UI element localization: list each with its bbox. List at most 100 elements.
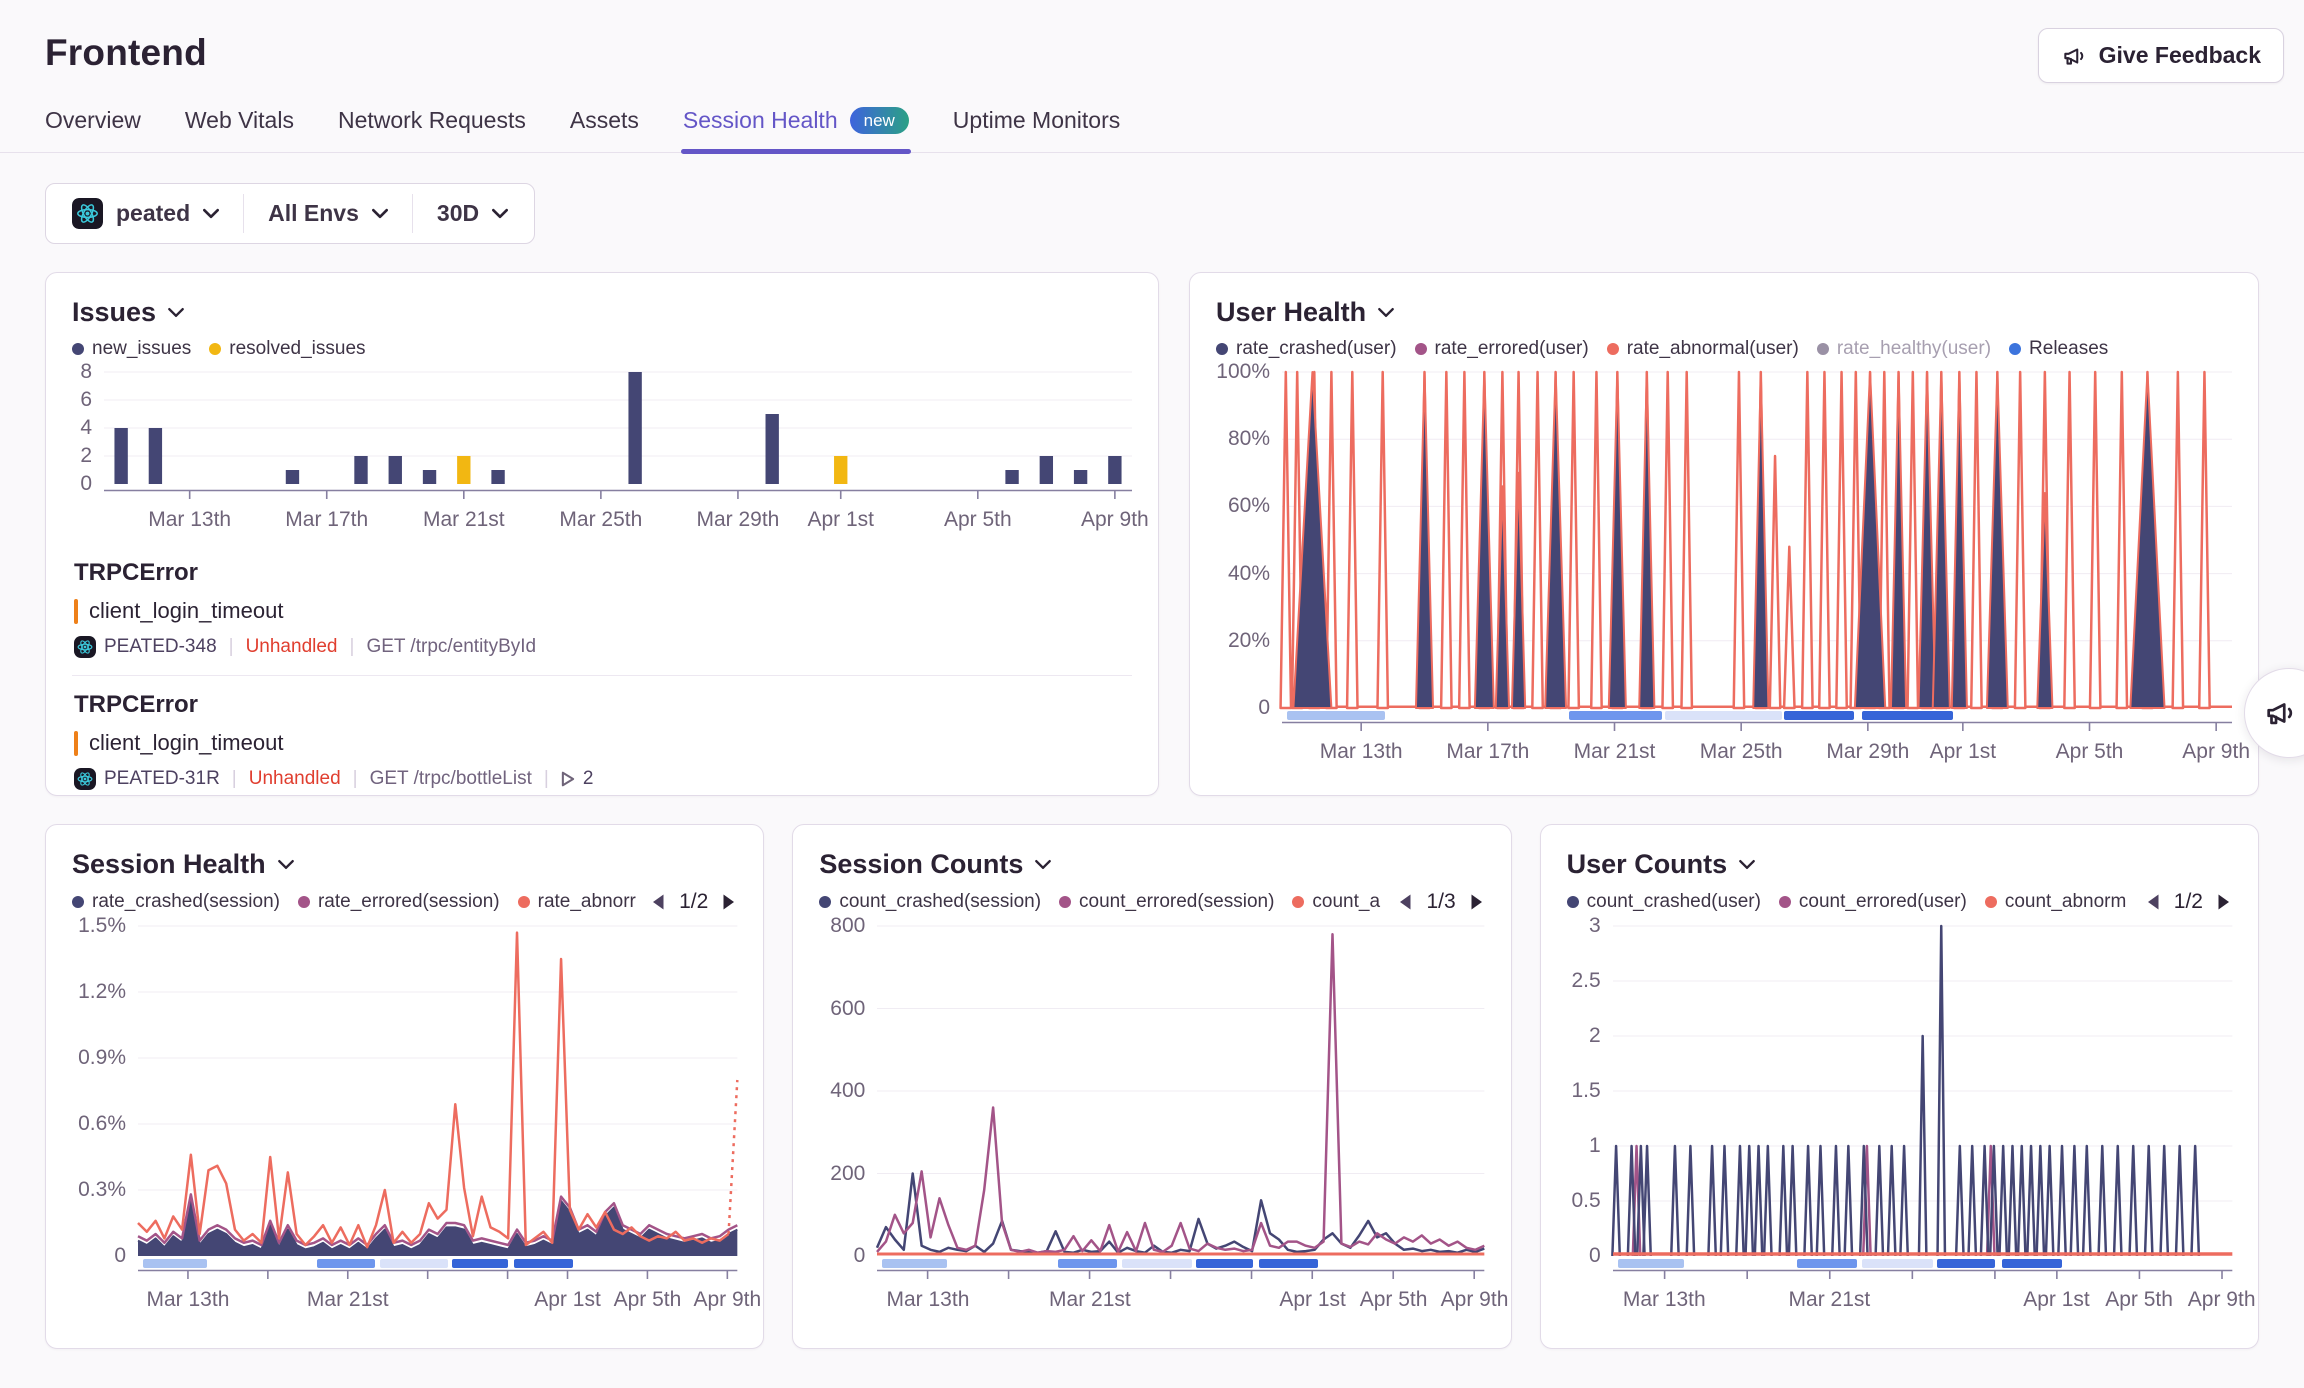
tab-web-vitals[interactable]: Web Vitals [185,107,294,152]
tab-overview[interactable]: Overview [45,107,141,152]
issue-message[interactable]: client_login_timeout [74,730,1130,756]
issue-type[interactable]: TRPCError [74,559,1130,587]
issues-chart[interactable]: 86420Mar 13thMar 17thMar 21stMar 25thMar… [72,372,1132,538]
release-track-segment[interactable] [1122,1259,1192,1268]
release-track-segment[interactable] [1058,1259,1117,1268]
user-counts-panel-header[interactable]: User Counts [1567,849,2232,880]
chart-plot[interactable] [104,372,1132,484]
issue-row[interactable]: TRPCError client_login_timeout PEATED-31… [72,675,1132,807]
release-track-segment[interactable] [317,1259,375,1268]
release-track-segment[interactable] [1862,1259,1933,1268]
user-health-legend: rate_crashed(user) rate_errored(user) rate… [1216,338,2232,360]
pager-prev-icon[interactable] [650,893,665,911]
panel-title[interactable]: Issues [72,297,156,328]
tab-session-health[interactable]: Session Health new [683,107,909,152]
x-axis-label: Apr 1st [2023,1288,2090,1312]
date-range-selector[interactable]: 30D [412,194,532,233]
issue-row[interactable]: TRPCError client_login_timeout PEATED-34… [72,544,1132,675]
user-health-chart[interactable]: 100%80%60%40%20%0Mar 13thMar 17thMar 21s… [1216,372,2232,770]
x-axis-label: Mar 25th [1700,740,1783,764]
release-track-segment[interactable] [1259,1259,1319,1268]
pager-next-icon[interactable] [1470,893,1485,911]
release-track-segment[interactable] [1618,1259,1684,1268]
tab-assets[interactable]: Assets [570,107,639,152]
panel-title[interactable]: User Health [1216,297,1366,328]
release-track-segment[interactable] [1937,1259,1995,1268]
legend-item[interactable]: count_a [1292,891,1380,913]
legend-dot [1216,343,1228,355]
pager-next-icon[interactable] [2217,893,2232,911]
issue-message[interactable]: client_login_timeout [74,598,1130,624]
legend-item[interactable]: rate_errored(session) [298,891,500,913]
release-track-segment[interactable] [1784,711,1854,720]
tab-uptime-monitors[interactable]: Uptime Monitors [953,107,1120,152]
give-feedback-button[interactable]: Give Feedback [2038,28,2284,83]
pager-prev-icon[interactable] [1397,893,1412,911]
x-axis-label: Apr 1st [534,1288,601,1312]
session-counts-panel-header[interactable]: Session Counts [819,849,1484,880]
issue-meta: PEATED-31R | Unhandled | GET /trpc/bottl… [74,768,1130,790]
environment-value: All Envs [268,200,359,227]
y-axis-label: 2 [1589,1024,1601,1048]
legend-item[interactable]: count_errored(session) [1059,891,1274,913]
legend-item[interactable]: count_crashed(user) [1567,891,1761,913]
project-selector[interactable]: peated [48,194,243,233]
y-axis-label: 6 [80,388,92,412]
panel-title[interactable]: User Counts [1567,849,1728,880]
pager-next-icon[interactable] [722,893,737,911]
release-track-segment[interactable] [452,1259,508,1268]
y-axis-label: 200 [830,1162,865,1186]
legend-item[interactable]: rate_crashed(session) [72,891,280,913]
tab-network-requests[interactable]: Network Requests [338,107,526,152]
chart-plot[interactable] [877,926,1484,1256]
legend-item[interactable]: rate_healthy(user) [1817,338,1991,360]
issue-type[interactable]: TRPCError [74,691,1130,719]
x-axis-label: Apr 1st [1930,740,1997,764]
legend-item[interactable]: rate_crashed(user) [1216,338,1397,360]
legend-item[interactable]: rate_abnormal(user) [1607,338,1799,360]
session-health-chart[interactable]: 1.5%1.2%0.9%0.6%0.3%0Mar 13thMar 21stApr… [72,926,737,1318]
legend-item[interactable]: new_issues [72,338,191,360]
x-axis-label: Apr 9th [1441,1288,1509,1312]
legend-item[interactable]: count_crashed(session) [819,891,1041,913]
legend-pager: 1/3 [1397,890,1484,914]
chart-plot[interactable] [1613,926,2232,1256]
pager-label: 1/3 [1426,890,1455,914]
legend-item[interactable]: rate_errored(user) [1415,338,1589,360]
session-counts-chart[interactable]: 8006004002000Mar 13thMar 21stApr 1stApr … [819,926,1484,1318]
legend-item[interactable]: rate_abnorr [518,891,636,913]
chart-plot[interactable] [1282,372,2232,708]
pager-prev-icon[interactable] [2145,893,2160,911]
legend-item[interactable]: count_abnorm [1985,891,2126,913]
meta-divider: | [350,636,355,658]
release-track-segment[interactable] [1287,711,1385,720]
user-counts-chart[interactable]: 32.521.510.50Mar 13thMar 21stApr 1stApr … [1567,926,2232,1318]
legend-item[interactable]: Releases [2009,338,2108,360]
issues-panel-header[interactable]: Issues [72,297,1132,328]
user-health-panel-header[interactable]: User Health [1216,297,2232,328]
release-track-segment[interactable] [2002,1259,2063,1268]
chart-plot[interactable] [138,926,737,1256]
release-track-segment[interactable] [882,1259,947,1268]
environment-selector[interactable]: All Envs [243,194,412,233]
release-track-segment[interactable] [1196,1259,1253,1268]
replay-count[interactable]: 2 [561,768,594,790]
issues-legend: new_issues resolved_issues [72,338,1132,360]
release-track-segment[interactable] [143,1259,207,1268]
release-track-segment[interactable] [380,1259,449,1268]
legend-dot [1567,896,1579,908]
release-track-segment[interactable] [514,1259,573,1268]
legend-item[interactable]: count_errored(user) [1779,891,1967,913]
panel-title[interactable]: Session Health [72,849,266,880]
release-track-segment[interactable] [1569,711,1662,720]
session-health-panel-header[interactable]: Session Health [72,849,737,880]
x-axis-label: Apr 5th [944,508,1012,532]
legend-item[interactable]: resolved_issues [209,338,365,360]
release-track-segment[interactable] [1665,711,1782,720]
release-track-segment[interactable] [1862,711,1953,720]
x-axis [877,1269,1484,1281]
release-track-segment[interactable] [1797,1259,1857,1268]
x-axis-label: Apr 5th [2056,740,2124,764]
panel-title[interactable]: Session Counts [819,849,1023,880]
x-axis-label: Mar 13th [1623,1288,1706,1312]
